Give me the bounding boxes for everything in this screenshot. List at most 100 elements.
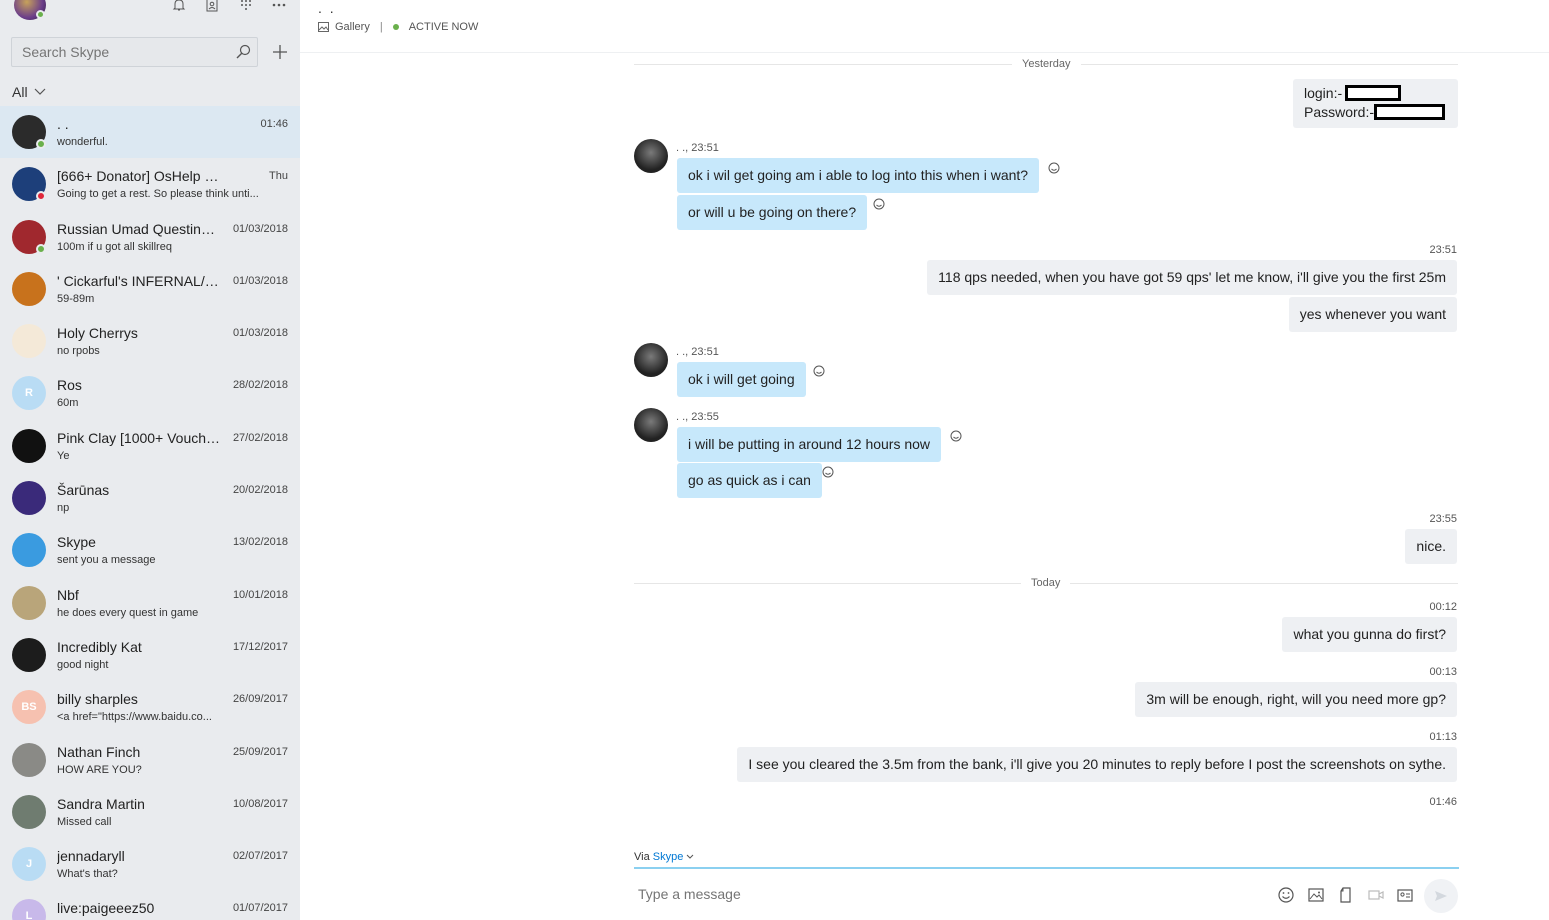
- file-icon[interactable]: [1337, 886, 1355, 904]
- chat-time: 26/09/2017: [232, 693, 288, 706]
- chat-name: Ros: [57, 377, 82, 394]
- chat-list-item[interactable]: Nbf 10/01/2018 he does every quest in game: [0, 577, 300, 629]
- incoming-message[interactable]: i will be putting in around 12 hours now: [677, 427, 942, 462]
- chat-list-item[interactable]: ' Cickarful's INFERNAL/1-... 01/03/2018 59…: [0, 263, 300, 315]
- contact-avatar: [12, 481, 46, 516]
- login-message-bubble[interactable]: login:- Password:-: [1293, 79, 1458, 128]
- more-options-icon[interactable]: [270, 0, 288, 14]
- via-label: Via: [634, 851, 650, 863]
- sidebar-top-bar: [0, 0, 300, 28]
- chat-time: 13/02/2018: [232, 536, 288, 549]
- outgoing-message[interactable]: what you gunna do first?: [1282, 617, 1457, 652]
- message-timestamp: 00:12: [1429, 601, 1457, 613]
- dialpad-icon[interactable]: [237, 0, 255, 14]
- incoming-message[interactable]: ok i wil get going am i able to log into…: [677, 158, 1040, 193]
- sender-avatar[interactable]: [634, 408, 668, 442]
- smiley-icon[interactable]: [1048, 162, 1060, 174]
- search-icon[interactable]: [235, 44, 251, 60]
- bell-icon[interactable]: [170, 0, 188, 14]
- via-skype-link[interactable]: Skype: [653, 851, 684, 863]
- chat-name: billy sharples: [57, 691, 138, 708]
- sender-avatar[interactable]: [634, 139, 668, 173]
- search-input[interactable]: [22, 44, 222, 60]
- presence-dot: [36, 243, 46, 254]
- outgoing-message[interactable]: 118 qps needed, when you have got 59 qps…: [927, 260, 1457, 295]
- chat-list-item[interactable]: Llive:paigeeez50 01/07/2017: [0, 890, 300, 920]
- chevron-down-icon: [687, 854, 694, 859]
- chat-name: Sandra Martin: [57, 795, 145, 812]
- chat-time: 20/02/2018: [232, 484, 288, 497]
- chat-preview: What's that?: [57, 868, 118, 881]
- message-timestamp: 23:51: [1429, 244, 1457, 256]
- image-icon[interactable]: [1307, 886, 1325, 904]
- chat-list-item[interactable]: Nathan Finch 25/09/2017 HOW ARE YOU?: [0, 734, 300, 786]
- emoji-icon[interactable]: [1277, 886, 1295, 904]
- message-timestamp: 01:13: [1429, 731, 1457, 743]
- chat-list-item[interactable]: [666+ Donator] OsHelp - Budd... Thu Going …: [0, 158, 300, 210]
- chat-name: . .: [57, 116, 69, 132]
- smiley-icon[interactable]: [822, 466, 834, 478]
- contact-avatar: R: [12, 376, 46, 411]
- chat-list-item[interactable]: Russian Umad Questing |... 01/03/2018 100m…: [0, 211, 300, 263]
- incoming-message[interactable]: or will u be going on there?: [677, 195, 868, 230]
- contact-avatar: L: [12, 899, 46, 920]
- chat-list-item[interactable]: Jjennadaryll 02/07/2017 What's that?: [0, 838, 300, 890]
- incoming-message[interactable]: go as quick as i can: [677, 463, 822, 498]
- smiley-icon[interactable]: [813, 365, 825, 377]
- chat-preview: no rpobs: [57, 345, 100, 358]
- chat-list-item[interactable]: . . 01:46 wonderful.: [0, 106, 300, 159]
- chat-preview: Ye: [57, 449, 70, 462]
- outgoing-message[interactable]: I see you cleared the 3.5m from the bank…: [737, 747, 1457, 782]
- smiley-icon[interactable]: [873, 198, 885, 210]
- day-separator-yesterday: Yesterday: [1012, 58, 1081, 70]
- incoming-message[interactable]: ok i will get going: [677, 362, 806, 397]
- chat-preview: <a href="https://www.baidu.co...: [57, 711, 212, 724]
- chat-filter-dropdown[interactable]: All: [12, 84, 46, 100]
- chat-preview: np: [57, 502, 70, 515]
- redacted-password-box: [1374, 104, 1445, 120]
- chat-list-item[interactable]: Holy Cherrys 01/03/2018 no rpobs: [0, 315, 300, 367]
- chat-preview: he does every quest in game: [57, 606, 199, 619]
- contact-avatar: J: [12, 847, 46, 882]
- sender-name-time: . ., 23:51: [676, 346, 719, 358]
- message-timestamp: 00:13: [1429, 666, 1457, 678]
- password-label: Password:-: [1304, 104, 1375, 120]
- contact-avatar: [12, 742, 46, 777]
- video-message-icon[interactable]: [1367, 886, 1385, 904]
- composer-divider: [634, 867, 1459, 869]
- filter-label: All: [12, 84, 28, 100]
- chat-time: 02/07/2017: [232, 850, 288, 863]
- chat-list-item[interactable]: BS billy sharples 26/09/2017 <a href="https…: [0, 681, 300, 733]
- contacts-icon[interactable]: [203, 0, 221, 14]
- conversation-subheader: Gallery | ACTIVE NOW: [318, 21, 478, 33]
- send-icon: [1435, 891, 1447, 901]
- search-box: [11, 37, 258, 67]
- contact-avatar: BS: [12, 690, 46, 725]
- gallery-link[interactable]: Gallery: [335, 21, 370, 33]
- chat-time: 27/02/2018: [232, 431, 288, 444]
- chat-list-item[interactable]: Šarūnas 20/02/2018 np: [0, 472, 300, 524]
- new-chat-plus-icon[interactable]: [270, 42, 290, 62]
- via-selector[interactable]: Via Skype: [634, 851, 694, 863]
- conversation-title[interactable]: . .: [318, 0, 336, 16]
- chat-list-item[interactable]: Incredibly Kat 17/12/2017 good night: [0, 629, 300, 681]
- outgoing-message[interactable]: nice.: [1405, 529, 1457, 564]
- send-button[interactable]: [1424, 879, 1458, 913]
- smiley-icon[interactable]: [950, 430, 962, 442]
- chat-name: jennadaryll: [57, 848, 125, 865]
- chat-list-item[interactable]: R Ros 28/02/2018 60m: [0, 367, 300, 419]
- chat-name: Holy Cherrys: [57, 325, 138, 342]
- contact-card-icon[interactable]: [1396, 886, 1414, 904]
- chat-list-item[interactable]: Sandra Martin 10/08/2017 Missed call: [0, 786, 300, 838]
- contact-avatar: [12, 324, 46, 359]
- chat-time: 25/09/2017: [232, 745, 288, 758]
- chat-list-item[interactable]: Skype 13/02/2018 sent you a message: [0, 524, 300, 576]
- sender-avatar[interactable]: [634, 343, 668, 377]
- message-input[interactable]: [638, 886, 1238, 902]
- outgoing-message[interactable]: 3m will be enough, right, will you need …: [1135, 682, 1457, 717]
- contact-avatar: [12, 271, 46, 306]
- outgoing-message[interactable]: yes whenever you want: [1288, 297, 1457, 332]
- chat-name: Russian Umad Questing |...: [57, 220, 222, 237]
- chat-name: [666+ Donator] OsHelp - Budd...: [57, 168, 222, 185]
- chat-list-item[interactable]: Pink Clay [1000+ Vouches] 27/02/2018 Ye: [0, 420, 300, 472]
